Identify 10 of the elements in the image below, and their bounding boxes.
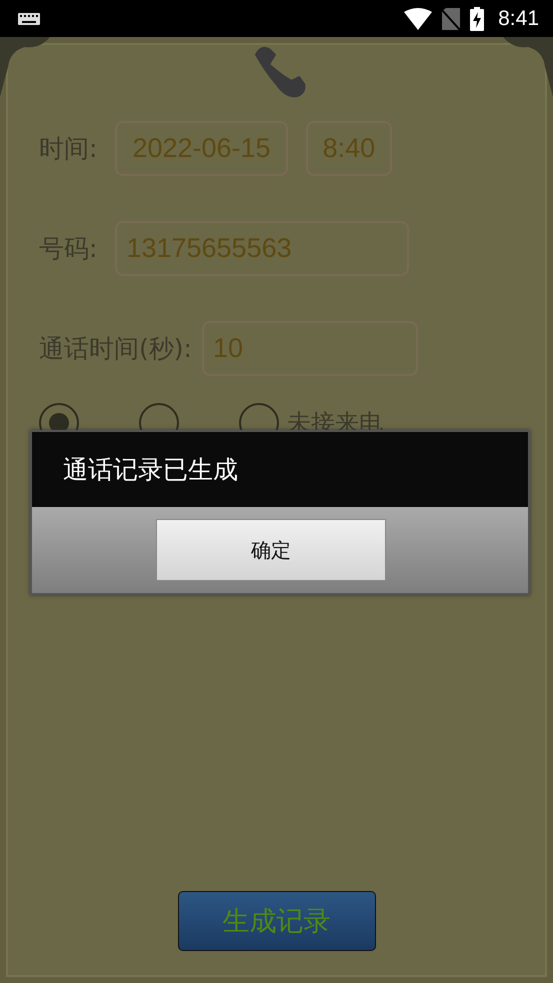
corner-ornament-icon (0, 37, 50, 97)
status-time: 8:41 (498, 6, 539, 30)
corner-ornament-icon (503, 37, 553, 97)
dialog-message: 通话记录已生成 (63, 454, 238, 486)
ok-button[interactable]: 确定 (156, 519, 386, 581)
keyboard-icon (18, 12, 40, 24)
wifi-icon (404, 8, 432, 30)
battery-icon (470, 6, 484, 30)
no-sim-icon (442, 8, 460, 30)
generate-record-button[interactable]: 生成记录 (178, 891, 376, 951)
